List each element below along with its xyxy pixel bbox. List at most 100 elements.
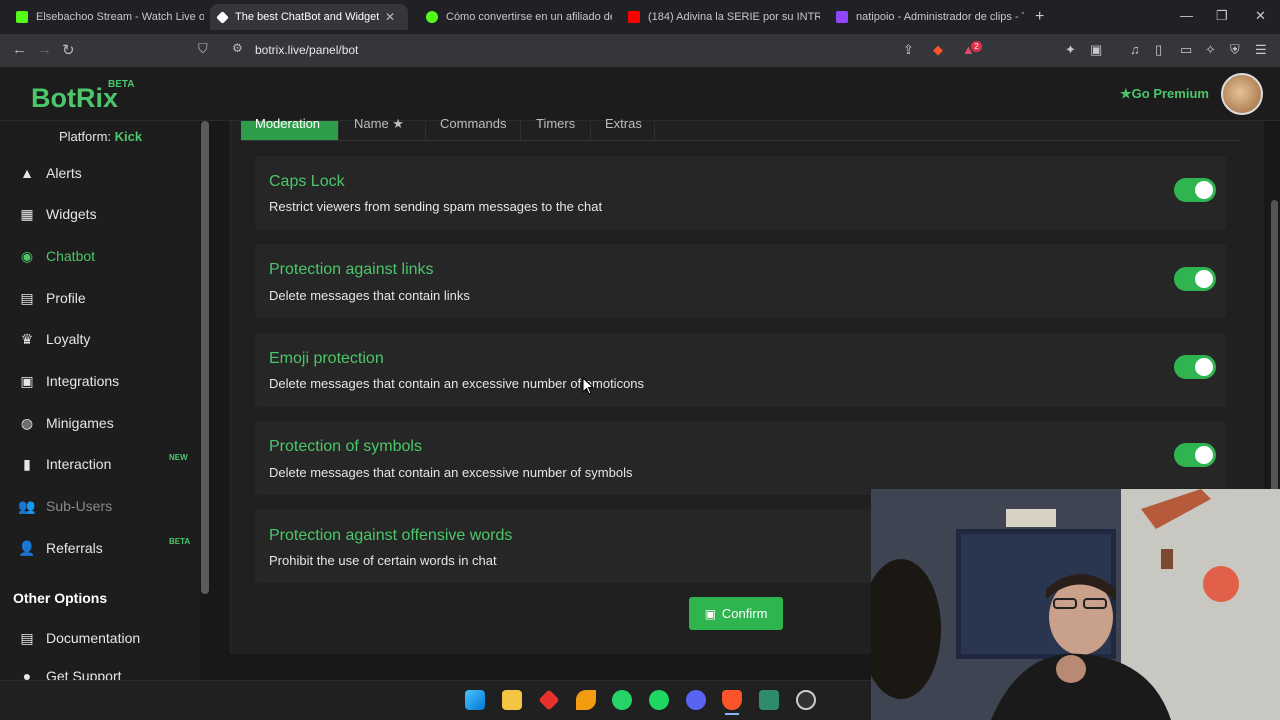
sidebar-item-label: Minigames: [46, 415, 114, 431]
sidebar-item-loyalty[interactable]: ♛ Loyalty: [18, 327, 91, 351]
active-app-indicator: [725, 713, 739, 715]
sidebar-item-label: Documentation: [46, 630, 141, 646]
app-teal-icon[interactable]: [759, 690, 779, 710]
discord-icon[interactable]: [686, 690, 706, 710]
sidebar-item-label: Integrations: [46, 373, 120, 389]
setting-title: Protection against offensive words: [269, 527, 513, 544]
setting-description: Restrict viewers from sending spam messa…: [269, 199, 603, 214]
setting-title: Caps Lock: [269, 173, 345, 190]
tab-commands[interactable]: Commands: [426, 117, 521, 140]
beta-badge: BETA: [108, 79, 135, 90]
links-protection-toggle[interactable]: [1174, 267, 1216, 291]
sidebar-item-minigames[interactable]: ◍ Minigames: [18, 411, 114, 435]
share-icon[interactable]: ⇪: [903, 42, 914, 58]
brave-shield-icon[interactable]: ◆: [933, 42, 943, 58]
book-icon: ▮: [23, 455, 31, 472]
tab-name[interactable]: Name ★: [340, 117, 426, 140]
setting-description: Prohibit the use of certain words in cha…: [269, 553, 497, 568]
browser-tab-5[interactable]: natipoio - Administrador de clips - Tw: [828, 4, 1024, 30]
url-field[interactable]: botrix.live/panel/bot: [255, 43, 358, 57]
sidebar-item-chatbot[interactable]: ◉ Chatbot: [18, 244, 95, 268]
sidebar-item-label: Widgets: [46, 206, 97, 222]
caps-lock-toggle[interactable]: [1174, 178, 1216, 202]
sidebar-item-alerts[interactable]: ▲ Alerts: [18, 161, 82, 185]
sidebar-toggle-icon[interactable]: ▯: [1155, 42, 1162, 58]
emoji-protection-toggle[interactable]: [1174, 355, 1216, 379]
spotify-icon[interactable]: [649, 690, 669, 710]
other-options-heading: Other Options: [13, 590, 108, 606]
extensions-icon[interactable]: ✦: [1065, 42, 1076, 58]
sidebar-item-sub-users[interactable]: 👥 Sub-Users: [18, 494, 112, 518]
symbols-protection-toggle[interactable]: [1174, 443, 1216, 467]
wallet-icon[interactable]: ▭: [1180, 42, 1192, 58]
sidebar-item-widgets[interactable]: ▦ Widgets: [18, 202, 97, 226]
setting-card-symbols: [255, 421, 1226, 495]
sidebar-item-documentation[interactable]: ▤ Documentation: [18, 626, 140, 650]
sidebar-item-label: Alerts: [46, 165, 82, 181]
sidebar-scrollbar[interactable]: [201, 121, 209, 594]
platform-value: Kick: [114, 129, 143, 144]
minimize-icon[interactable]: —: [1180, 8, 1193, 23]
browser-tab-4[interactable]: (184) Adivina la SERIE por su INTRO: [620, 4, 820, 30]
whatsapp-icon[interactable]: [612, 690, 632, 710]
obs-icon[interactable]: [796, 690, 816, 710]
setting-title: Protection against links: [269, 261, 434, 278]
tab-moderation[interactable]: Moderation: [241, 117, 339, 140]
sidebar-item-interaction[interactable]: ▮ Interaction: [18, 452, 111, 476]
tab-title: Cómo convertirse en un afiliado de K: [446, 11, 612, 23]
back-icon[interactable]: ←: [12, 41, 27, 58]
twitch-favicon-icon: [836, 11, 848, 23]
windows-start-icon[interactable]: [465, 690, 485, 710]
menu-icon[interactable]: ☰: [1255, 42, 1267, 58]
tab-title: natipoio - Administrador de clips - Tw: [856, 11, 1024, 23]
star-icon: ★: [1120, 86, 1132, 101]
doc-icon: ▤: [20, 629, 34, 646]
file-explorer-icon[interactable]: [502, 690, 522, 710]
setting-card-links: [255, 244, 1226, 318]
rewards-badge: 2: [971, 41, 982, 52]
close-tab-icon[interactable]: ✕: [385, 10, 395, 24]
warning-icon: ▲: [20, 165, 34, 181]
reload-icon[interactable]: ↻: [62, 41, 75, 59]
grid-icon: ▦: [20, 205, 34, 222]
forward-icon[interactable]: →: [37, 41, 52, 58]
avatar[interactable]: [1221, 73, 1263, 115]
botrix-favicon-icon: [216, 10, 229, 24]
tab-extras[interactable]: Extras: [591, 117, 655, 140]
brave-browser-icon[interactable]: [722, 690, 742, 710]
page-scrollbar[interactable]: [1271, 200, 1278, 500]
plug-icon: ▣: [20, 372, 34, 389]
sidebar-item-profile[interactable]: ▤ Profile: [18, 286, 85, 310]
sidebar-item-get-support[interactable]: ● Get Support: [18, 668, 122, 680]
browser-tab-1[interactable]: Elsebachoo Stream - Watch Live on K: [8, 4, 204, 30]
vpn-icon[interactable]: ⛨: [1230, 42, 1240, 58]
users-icon: 👥: [18, 497, 36, 514]
close-window-icon[interactable]: ✕: [1255, 8, 1266, 24]
leo-ai-icon[interactable]: ✧: [1205, 42, 1216, 58]
sidebar-item-referrals[interactable]: 👤 Referrals: [18, 536, 103, 560]
bookmark-icon[interactable]: ⛉: [198, 41, 208, 57]
tab-title: The best ChatBot and Widgets fo: [235, 11, 379, 23]
kick-favicon-icon: [16, 11, 28, 23]
browser-tab-2[interactable]: The best ChatBot and Widgets fo ✕: [210, 4, 408, 30]
setting-card-caps-lock: [255, 156, 1226, 230]
question-icon: ●: [22, 668, 32, 680]
site-settings-icon[interactable]: ⚙: [232, 41, 243, 55]
tab-timers[interactable]: Timers: [522, 117, 591, 140]
go-premium-link[interactable]: ★Go Premium: [1120, 86, 1209, 102]
new-badge: NEW: [169, 453, 188, 462]
tab-title: (184) Adivina la SERIE por su INTRO: [648, 11, 820, 23]
youtube-favicon-icon: [628, 11, 640, 23]
media-icon[interactable]: ♫: [1130, 42, 1140, 57]
new-tab-icon[interactable]: +: [1035, 8, 1044, 26]
confirm-button[interactable]: ▣ Confirm: [689, 597, 783, 630]
app-orange-icon[interactable]: [576, 690, 596, 710]
screenshot-icon[interactable]: ▣: [1090, 42, 1102, 58]
confirm-label: Confirm: [721, 606, 768, 621]
sidebar-item-integrations[interactable]: ▣ Integrations: [18, 369, 119, 393]
botrix-logo[interactable]: BotRix: [31, 83, 118, 114]
webcam-overlay: [871, 489, 1280, 720]
maximize-icon[interactable]: ❐: [1216, 8, 1228, 24]
browser-tab-3[interactable]: Cómo convertirse en un afiliado de K: [418, 4, 612, 30]
id-card-icon: ▤: [20, 289, 34, 306]
